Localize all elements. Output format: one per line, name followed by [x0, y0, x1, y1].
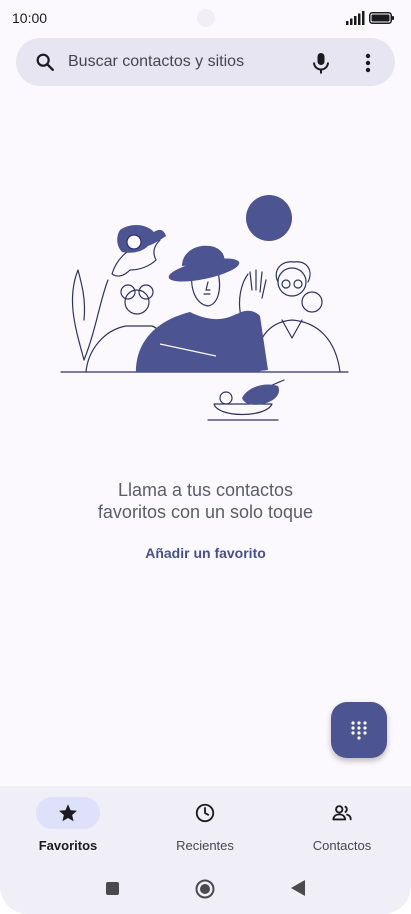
people-icon [332, 805, 352, 821]
status-time: 10:00 [12, 10, 48, 26]
empty-state-title-line-1: Llama a tus contactos [117, 480, 294, 500]
mic-icon[interactable] [308, 50, 334, 76]
nav-item-favoritos[interactable]: Favoritos [13, 794, 123, 858]
favorites-illustration [60, 195, 349, 421]
battery-icon [369, 12, 394, 24]
nav-item-recientes[interactable]: Recientes [150, 794, 260, 858]
status-bar: 10:00 [0, 0, 411, 36]
back-button[interactable] [290, 879, 306, 897]
home-button[interactable] [195, 879, 215, 899]
recent-apps-button[interactable] [106, 882, 119, 895]
nav-item-contactos[interactable]: Contactos [287, 794, 397, 858]
signal-icon [346, 11, 365, 25]
search-icon [36, 53, 54, 71]
nav-label-favoritos: Favoritos [38, 838, 98, 853]
empty-state-title-line-2: favoritos con un solo toque [97, 502, 314, 522]
camera-cutout [197, 9, 215, 27]
clock-icon [195, 803, 215, 823]
dialpad-button[interactable] [331, 702, 387, 758]
star-icon [59, 804, 77, 822]
phone-screen: 10:00 Buscar contactos y sitios Llama a … [0, 0, 411, 914]
more-options-icon[interactable] [360, 50, 376, 76]
empty-state-title: Llama a tus contactos favoritos con un s… [40, 479, 371, 523]
search-input[interactable] [68, 38, 298, 86]
dialpad-icon [351, 721, 367, 740]
search-bar[interactable] [16, 38, 395, 86]
nav-label-contactos: Contactos [312, 838, 372, 853]
nav-label-recientes: Recientes [176, 838, 234, 853]
add-favorite-button[interactable]: Añadir un favorito [120, 542, 291, 564]
